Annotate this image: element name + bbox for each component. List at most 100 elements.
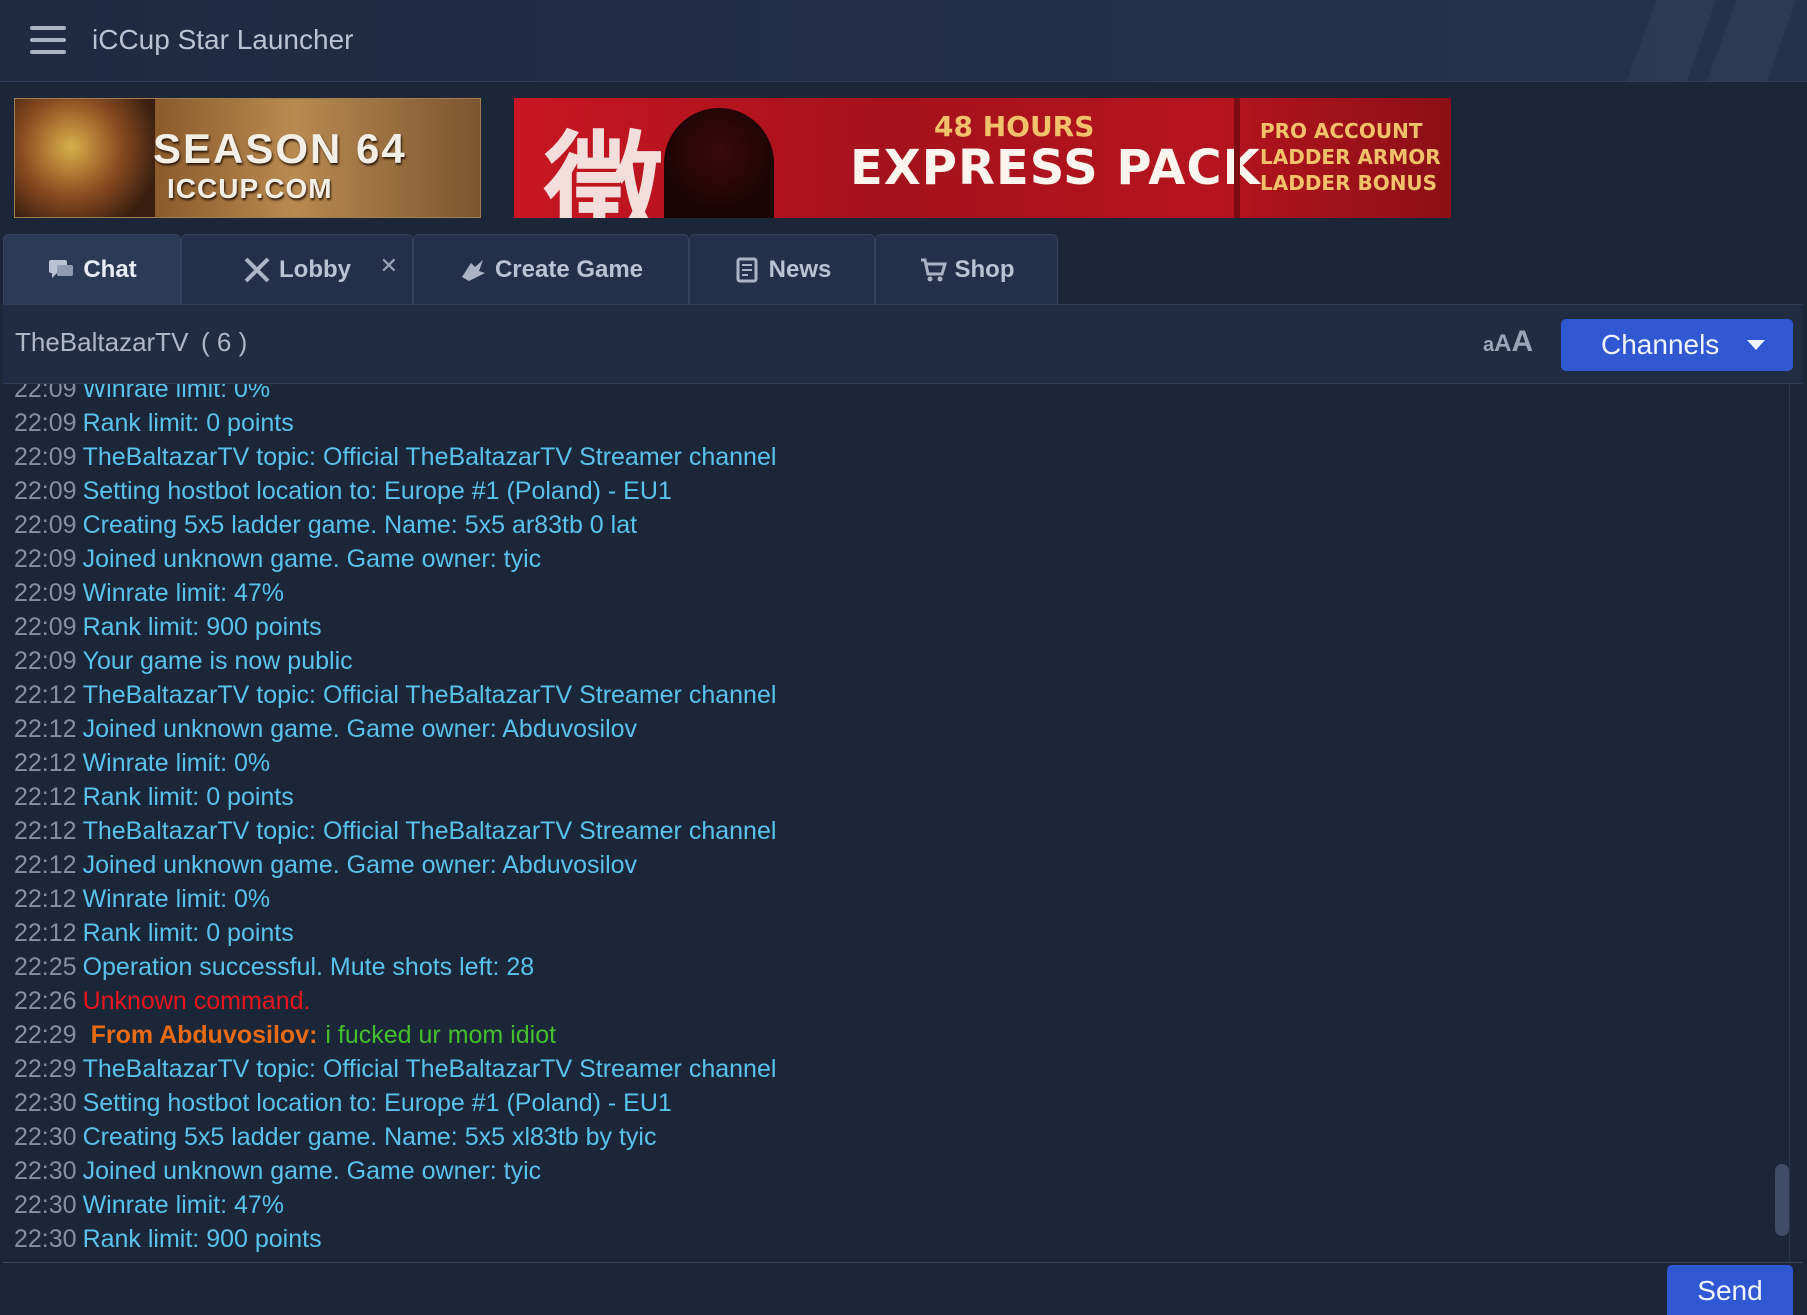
message-timestamp: 22:12: [14, 783, 77, 811]
system-message-text: Winrate limit: 0%: [82, 885, 271, 913]
tab-label: Shop: [954, 255, 1015, 283]
season-banner-site: ICCUP.COM: [167, 173, 333, 204]
system-message-text: Joined unknown game. Game owner: tyic: [82, 1157, 542, 1185]
channel-user-count: ( 6 ): [201, 327, 248, 357]
express-title: EXPRESS PACK: [850, 140, 1261, 196]
system-message-text: Creating 5x5 ladder game. Name: 5x5 ar83…: [82, 511, 638, 539]
express-perks: PRO ACCOUNT LADDER ARMOR LADDER BONUS: [1260, 118, 1441, 196]
chat-message-input[interactable]: [3, 1263, 1665, 1315]
system-message-text: Winrate limit: 47%: [82, 579, 285, 607]
chat-message: 22:29 TheBaltazarTV topic: Official TheBa…: [14, 1052, 776, 1086]
send-button[interactable]: Send: [1667, 1265, 1793, 1315]
chat-log[interactable]: 22:09 Winrate limit: 0% 22:09 Rank limit: 0…: [3, 384, 1791, 1262]
system-message-text: Winrate limit: 0%: [82, 384, 271, 403]
chat-message: 22:26 Unknown command.: [14, 984, 310, 1018]
chat-scrollbar[interactable]: [1789, 384, 1803, 1262]
tab-label: Lobby: [279, 255, 351, 283]
system-message-text: Setting hostbot location to: Europe #1 (…: [82, 477, 672, 505]
tab-news[interactable]: News: [689, 234, 875, 304]
system-message-text: Joined unknown game. Game owner: Abduvos…: [82, 851, 638, 879]
chat-message: 22:25 Operation successful. Mute shots le…: [14, 950, 534, 984]
message-timestamp: 22:30: [14, 1123, 77, 1151]
message-timestamp: 22:30: [14, 1089, 77, 1117]
titlebar-decor: [1619, 0, 1721, 81]
express-hours: 48 HOURS: [934, 110, 1095, 143]
chat-message: 22:09 Creating 5x5 ladder game. Name: 5x5…: [14, 508, 637, 542]
chat-message: 22:12 TheBaltazarTV topic: Official TheBa…: [14, 678, 776, 712]
close-icon[interactable]: ✕: [380, 253, 398, 279]
tab-chat[interactable]: Chat: [3, 234, 181, 304]
launcher-window: iCCup Star Launcher SEASON 64 ICCUP.COM …: [0, 0, 1807, 1315]
chat-message: 22:09 Rank limit: 900 points: [14, 610, 322, 644]
font-size-small: a: [1483, 334, 1495, 356]
channels-dropdown-button[interactable]: Channels: [1561, 319, 1793, 371]
system-message-text: Joined unknown game. Game owner: Abduvos…: [82, 715, 638, 743]
font-size-toggle[interactable]: aAA: [1483, 325, 1533, 359]
hamburger-menu-icon[interactable]: [30, 24, 66, 56]
season-banner[interactable]: SEASON 64 ICCUP.COM: [14, 98, 481, 218]
system-message-text: Rank limit: 0 points: [82, 409, 294, 437]
caret-down-icon: [1747, 340, 1766, 350]
create-game-icon: [459, 257, 487, 283]
perk-item: PRO ACCOUNT: [1260, 119, 1423, 143]
message-timestamp: 22:12: [14, 715, 77, 743]
message-timestamp: 22:26: [14, 987, 77, 1015]
whisper-sender[interactable]: From Abduvosilov:: [91, 1021, 318, 1049]
chat-message: 22:30 Joined unknown game. Game owner: ty…: [14, 1154, 541, 1188]
tab-label: Create Game: [494, 255, 644, 283]
message-timestamp: 22:29: [14, 1021, 77, 1049]
chat-message: 22:09 Your game is now public: [14, 644, 353, 678]
chat-message: 22:12 Winrate limit: 0%: [14, 882, 270, 916]
system-message-text: TheBaltazarTV topic: Official TheBaltaza…: [82, 443, 777, 471]
message-timestamp: 22:30: [14, 1157, 77, 1185]
tab-lobby[interactable]: Lobby ✕: [181, 234, 413, 304]
chat-message: 22:09 Joined unknown game. Game owner: ty…: [14, 542, 541, 576]
chat-scrollbar-thumb[interactable]: [1775, 1164, 1789, 1236]
chat-bubble-icon: [47, 257, 75, 283]
chat-message: 22:30 Rank limit: 900 points: [14, 1222, 322, 1256]
chat-message: 22:09 TheBaltazarTV topic: Official TheBa…: [14, 440, 776, 474]
chat-message: 22:12 Joined unknown game. Game owner: Ab…: [14, 848, 637, 882]
message-timestamp: 22:12: [14, 749, 77, 777]
message-timestamp: 22:09: [14, 443, 77, 471]
error-message-text: Unknown command.: [82, 987, 311, 1015]
system-message-text: Rank limit: 0 points: [82, 783, 294, 811]
font-size-large: A: [1511, 325, 1534, 358]
titlebar-decor: [1699, 0, 1801, 81]
title-bar: iCCup Star Launcher: [0, 0, 1807, 82]
message-timestamp: 22:29: [14, 1055, 77, 1083]
chat-message: 22:09 Winrate limit: 47%: [14, 576, 284, 610]
chat-message: 22:30 Setting hostbot location to: Europe…: [14, 1086, 672, 1120]
system-message-text: Rank limit: 900 points: [82, 613, 322, 641]
tab-create-game[interactable]: Create Game: [413, 234, 689, 304]
message-timestamp: 22:09: [14, 647, 77, 675]
chat-message: 22:12 TheBaltazarTV topic: Official TheBa…: [14, 814, 776, 848]
message-timestamp: 22:09: [14, 384, 77, 403]
message-timestamp: 22:12: [14, 681, 77, 709]
message-timestamp: 22:12: [14, 885, 77, 913]
perk-item: LADDER BONUS: [1260, 171, 1438, 195]
cart-icon: [919, 257, 947, 283]
system-message-text: Operation successful. Mute shots left: 2…: [82, 953, 535, 981]
warrior-silhouette-image: [664, 108, 774, 218]
message-timestamp: 22:12: [14, 919, 77, 947]
tab-shop[interactable]: Shop: [875, 234, 1058, 304]
message-timestamp: 22:12: [14, 817, 77, 845]
season-banner-title: SEASON 64: [153, 125, 407, 172]
tab-label: News: [768, 255, 832, 283]
system-message-text: Rank limit: 900 points: [82, 1225, 322, 1253]
channels-button-label: Channels: [1601, 329, 1720, 360]
message-timestamp: 22:09: [14, 613, 77, 641]
message-timestamp: 22:09: [14, 477, 77, 505]
hero-figure-image: [15, 99, 155, 217]
newspaper-icon: [733, 257, 761, 283]
system-message-text: TheBaltazarTV topic: Official TheBaltaza…: [82, 817, 777, 845]
chat-message: 22:09 Rank limit: 0 points: [14, 406, 294, 440]
message-timestamp: 22:09: [14, 511, 77, 539]
system-message-text: TheBaltazarTV topic: Official TheBaltaza…: [82, 1055, 777, 1083]
chat-message: 22:12 Rank limit: 0 points: [14, 780, 294, 814]
channel-header: TheBaltazarTV ( 6 ) aAA Channels: [3, 304, 1803, 384]
chat-message: 22:09 Setting hostbot location to: Europe…: [14, 474, 672, 508]
chat-message: 22:30 Winrate limit: 47%: [14, 1188, 284, 1222]
express-pack-banner[interactable]: 徵 48 HOURS EXPRESS PACK PRO ACCOUNT LADD…: [514, 98, 1451, 218]
